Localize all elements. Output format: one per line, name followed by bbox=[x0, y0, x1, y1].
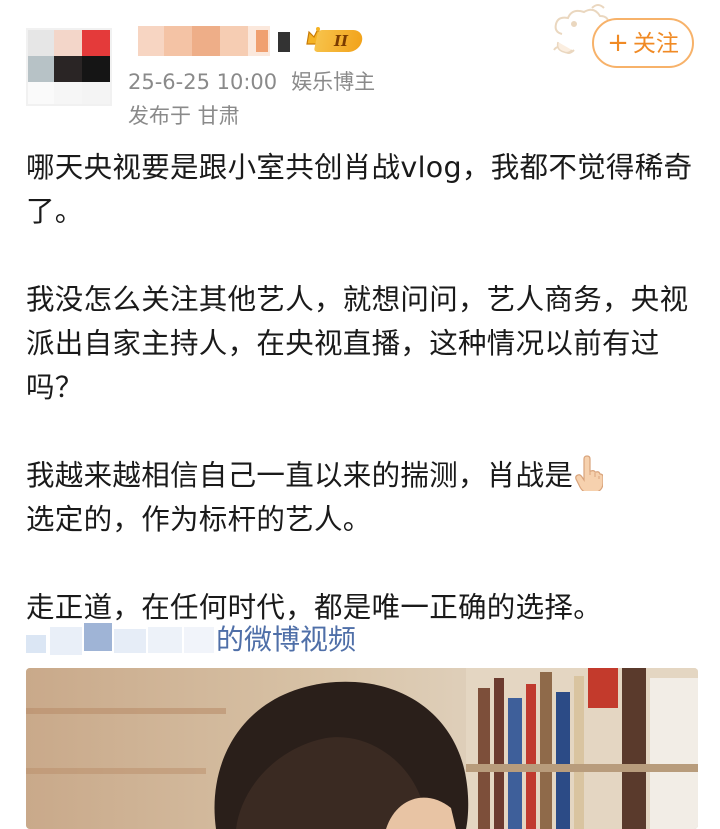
name-mosaic-block bbox=[164, 26, 192, 56]
author-role: 娱乐博主 bbox=[291, 70, 376, 94]
name-mosaic-block bbox=[138, 26, 164, 56]
post-meta: 25-6-25 10:00 娱乐博主 bbox=[128, 68, 375, 96]
avatar[interactable] bbox=[26, 28, 112, 106]
link-mosaic-block bbox=[50, 627, 82, 655]
post-location: 发布于 甘肃 bbox=[128, 104, 240, 128]
name-mosaic-block bbox=[220, 26, 248, 56]
user-level-badge: II bbox=[286, 26, 366, 54]
avatar-mosaic bbox=[54, 56, 82, 82]
link-mosaic-block bbox=[26, 635, 46, 653]
avatar-mosaic bbox=[54, 82, 82, 104]
video-thumbnail-image bbox=[26, 668, 698, 829]
pointing-up-hand-emoji-icon bbox=[575, 455, 604, 491]
plus-icon: + bbox=[607, 28, 629, 58]
follow-label: 关注 bbox=[632, 31, 679, 57]
follow-button[interactable]: + 关注 bbox=[592, 18, 694, 68]
post-header: II 25-6-25 10:00 娱乐博主 发布于 甘肃 + 关注 bbox=[0, 0, 720, 140]
video-link[interactable]: 的微博视频 bbox=[26, 618, 356, 662]
avatar-mosaic bbox=[54, 30, 82, 56]
video-link-text: 的微博视频 bbox=[216, 623, 357, 656]
video-thumbnail[interactable] bbox=[26, 668, 698, 829]
link-mosaic-block bbox=[84, 623, 112, 651]
post-date: 25-6-25 10:00 bbox=[128, 70, 278, 94]
name-mosaic-block bbox=[192, 26, 220, 56]
avatar-mosaic bbox=[82, 56, 110, 82]
name-mosaic-block bbox=[256, 30, 268, 52]
paragraph-3-part-a: 我越来越相信自己一直以来的揣测，肖战是 bbox=[26, 459, 574, 492]
avatar-mosaic bbox=[28, 30, 54, 56]
post-body: 哪天央视要是跟小室共创肖战vlog，我都不觉得稀奇了。 我没怎么关注其他艺人，就… bbox=[26, 146, 698, 630]
paragraph-3-part-b: 选定的，作为标杆的艺人。 bbox=[26, 503, 372, 536]
paragraph-1: 哪天央视要是跟小室共创肖战vlog，我都不觉得稀奇了。 bbox=[26, 151, 693, 228]
paragraph-3: 我越来越相信自己一直以来的揣测，肖战是 选定的，作为标杆的艺人。 bbox=[26, 454, 698, 542]
link-mosaic-block bbox=[184, 627, 214, 653]
avatar-mosaic bbox=[82, 30, 110, 56]
paragraph-2: 我没怎么关注其他艺人，就想问问，艺人商务，央视派出自家主持人，在央视直播，这种情… bbox=[26, 283, 689, 404]
link-mosaic-block bbox=[114, 629, 146, 653]
avatar-mosaic bbox=[28, 82, 54, 104]
avatar-mosaic bbox=[28, 56, 54, 82]
video-link-mosaic bbox=[26, 621, 216, 657]
avatar-mosaic bbox=[82, 82, 110, 104]
level-text: II bbox=[333, 32, 349, 50]
follow-area: + 关注 bbox=[548, 0, 720, 80]
link-mosaic-block bbox=[148, 627, 182, 653]
